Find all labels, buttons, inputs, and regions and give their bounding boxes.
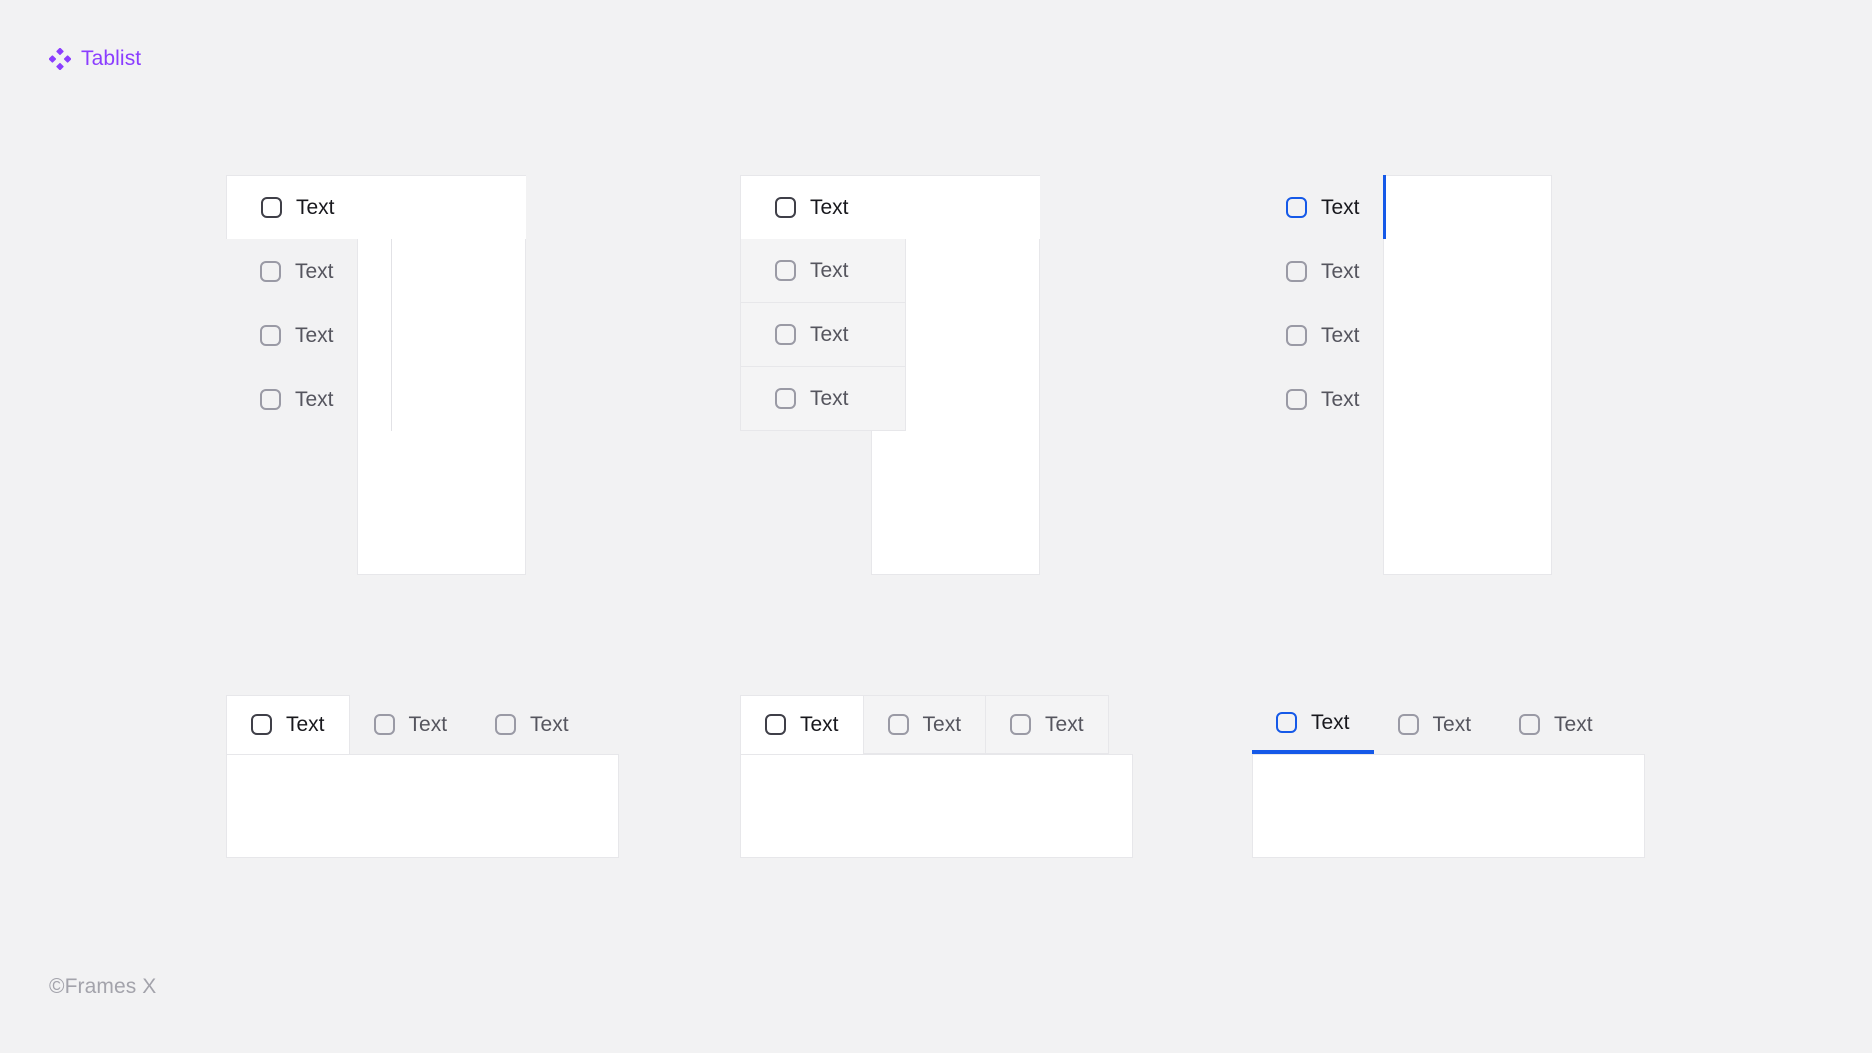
tab-label: Text — [1321, 387, 1360, 411]
tab-horizontal-accent-3[interactable]: Text — [1495, 695, 1617, 754]
tablist-group-horizontal-bordered: Text Text Text — [740, 695, 1133, 880]
tab-vertical-bordered-2[interactable]: Text — [740, 239, 906, 303]
tablist-group-horizontal-accent: Text Text Text — [1252, 695, 1645, 880]
tab-horizontal-plain-1[interactable]: Text — [226, 695, 350, 754]
tabpanel-horizontal-plain — [226, 754, 619, 858]
tab-label: Text — [810, 259, 849, 282]
tab-label: Text — [1045, 713, 1084, 736]
checkbox-icon[interactable] — [261, 197, 282, 218]
tab-label: Text — [810, 196, 849, 219]
tab-vertical-plain-1[interactable]: Text — [226, 175, 526, 239]
tablist-vertical-bordered: Text Text Text Text — [740, 175, 1040, 431]
tab-horizontal-accent-2[interactable]: Text — [1374, 695, 1496, 754]
tab-label: Text — [1554, 713, 1593, 736]
tab-label: Text — [800, 713, 839, 736]
tab-label: Text — [530, 713, 569, 736]
tablist-group-horizontal-plain: Text Text Text — [226, 695, 619, 880]
tab-horizontal-bordered-2[interactable]: Text — [863, 695, 987, 754]
tab-label: Text — [1311, 711, 1350, 734]
active-tab-indicator — [1383, 175, 1386, 239]
tab-label: Text — [810, 387, 849, 410]
tablist-group-vertical-accent: Text Text Text Text — [1252, 175, 1552, 575]
tab-label: Text — [286, 713, 325, 736]
checkbox-icon[interactable] — [251, 714, 272, 735]
tabpanel-horizontal-accent — [1252, 754, 1645, 858]
tab-vertical-accent-3[interactable]: Text — [1252, 303, 1418, 367]
checkbox-icon[interactable] — [1519, 714, 1541, 735]
tab-label: Text — [1321, 259, 1360, 283]
checkbox-icon[interactable] — [775, 197, 796, 218]
tablist-horizontal-bordered: Text Text Text — [740, 695, 1133, 754]
checkbox-icon[interactable] — [495, 714, 517, 735]
tab-horizontal-bordered-1[interactable]: Text — [740, 695, 864, 754]
checkbox-icon[interactable] — [1276, 712, 1297, 733]
tab-label: Text — [810, 323, 849, 346]
checkbox-icon[interactable] — [1010, 714, 1032, 735]
tab-vertical-accent-1[interactable]: Text — [1252, 175, 1418, 239]
checkbox-icon[interactable] — [260, 260, 281, 282]
tab-vertical-bordered-3[interactable]: Text — [740, 303, 906, 367]
tab-label: Text — [1321, 195, 1360, 219]
checkbox-icon[interactable] — [775, 388, 796, 409]
tab-label: Text — [408, 713, 448, 736]
tab-vertical-bordered-1[interactable]: Text — [740, 175, 1040, 239]
tab-label: Text — [1321, 323, 1360, 347]
checkbox-icon[interactable] — [1286, 324, 1307, 346]
tablist-vertical-accent: Text Text Text Text — [1252, 175, 1418, 431]
tab-label: Text — [295, 387, 334, 411]
tab-horizontal-plain-3[interactable]: Text — [471, 695, 593, 754]
brand-header: Tablist — [49, 48, 141, 70]
checkbox-icon[interactable] — [887, 714, 909, 735]
checkbox-icon[interactable] — [260, 324, 281, 346]
tabpanel-horizontal-bordered — [740, 754, 1133, 858]
tab-label: Text — [922, 713, 962, 736]
tab-horizontal-plain-2[interactable]: Text — [350, 695, 472, 754]
four-diamond-logo-icon — [49, 48, 71, 70]
checkbox-icon[interactable] — [260, 388, 281, 410]
tab-label: Text — [296, 196, 335, 219]
checkbox-icon[interactable] — [1286, 388, 1307, 410]
tablist-horizontal-accent: Text Text Text — [1252, 695, 1645, 754]
checkbox-icon[interactable] — [775, 260, 796, 281]
checkbox-icon[interactable] — [1286, 260, 1307, 282]
tab-label: Text — [295, 323, 334, 347]
tab-label: Text — [295, 259, 334, 283]
tablist-group-vertical-plain: Text Text Text Text — [226, 175, 526, 575]
footer-copyright: ©Frames X — [49, 975, 157, 998]
tab-vertical-bordered-4[interactable]: Text — [740, 367, 906, 431]
tablist-group-vertical-bordered: Text Text Text Text — [740, 175, 1040, 575]
tab-vertical-accent-4[interactable]: Text — [1252, 367, 1418, 431]
tablist-horizontal-plain: Text Text Text — [226, 695, 619, 754]
checkbox-icon[interactable] — [373, 714, 395, 735]
checkbox-icon[interactable] — [1286, 196, 1307, 218]
tab-vertical-plain-2[interactable]: Text — [226, 239, 392, 303]
tab-horizontal-accent-1[interactable]: Text — [1252, 695, 1374, 754]
checkbox-icon[interactable] — [765, 714, 786, 735]
tab-horizontal-bordered-3[interactable]: Text — [986, 695, 1109, 754]
tablist-divider — [391, 239, 392, 431]
tab-vertical-accent-2[interactable]: Text — [1252, 239, 1418, 303]
checkbox-icon[interactable] — [1397, 714, 1419, 735]
tab-vertical-plain-4[interactable]: Text — [226, 367, 392, 431]
checkbox-icon[interactable] — [775, 324, 796, 345]
tab-vertical-plain-3[interactable]: Text — [226, 303, 392, 367]
brand-name: Tablist — [81, 47, 142, 70]
tablist-vertical-plain: Text Text Text Text — [226, 175, 526, 431]
tab-label: Text — [1432, 713, 1472, 736]
